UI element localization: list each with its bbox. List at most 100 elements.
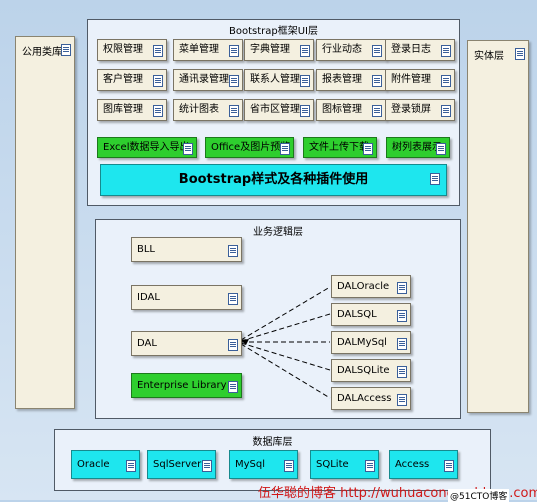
database-0[interactable]: Oracle — [71, 450, 140, 479]
ui-feature-1[interactable]: Office及图片预览 — [205, 137, 294, 158]
ui-module-row2-3-label: 报表管理 — [322, 74, 362, 85]
enterprise-library-label: Enterprise Library — [137, 380, 227, 391]
document-icon — [300, 105, 310, 117]
bll-2[interactable]: DAL — [131, 331, 242, 356]
ui-module-row3-3[interactable]: 图标管理 — [316, 99, 386, 121]
ui-module-row1-3-label: 行业动态 — [322, 44, 362, 55]
dal-impl-0-label: DALOracle — [337, 281, 390, 292]
document-icon — [397, 366, 407, 378]
database-1[interactable]: SqlServer — [147, 450, 216, 479]
ui-feature-3[interactable]: 树列表展示 — [386, 137, 450, 158]
document-icon — [153, 105, 163, 117]
ui-module-row3-2[interactable]: 省市区管理 — [244, 99, 314, 121]
ui-module-row2-0[interactable]: 客户管理 — [97, 69, 167, 91]
database-3-label: SQLite — [316, 459, 349, 470]
ui-module-row1-1[interactable]: 菜单管理 — [173, 39, 243, 61]
ui-module-row2-0-label: 客户管理 — [103, 74, 143, 85]
database-3[interactable]: SQLite — [310, 450, 379, 479]
entity-layer-panel: 实体层 — [467, 40, 529, 413]
dal-impl-4[interactable]: DALAccess — [331, 387, 411, 410]
ui-feature-1-label: Office及图片预览 — [211, 142, 291, 153]
ui-feature-2-label: 文件上传下载 — [309, 142, 369, 153]
document-icon — [515, 48, 525, 60]
dal-impl-4-label: DALAccess — [337, 393, 392, 404]
document-icon — [228, 293, 238, 305]
ui-module-row2-2[interactable]: 联系人管理 — [244, 69, 314, 91]
bll-1[interactable]: IDAL — [131, 285, 242, 310]
ui-module-row1-0[interactable]: 权限管理 — [97, 39, 167, 61]
entity-layer-label: 实体层 — [474, 51, 504, 62]
document-icon — [372, 45, 382, 57]
business-logic-title: 业务逻辑层 — [253, 227, 303, 238]
database-1-label: SqlServer — [153, 459, 202, 470]
database-2-label: MySql — [235, 459, 266, 470]
common-library-panel: 公用类库 — [15, 36, 75, 409]
bll-0[interactable]: BLL — [131, 237, 242, 262]
dal-impl-1[interactable]: DALSQL — [331, 303, 411, 326]
document-icon — [153, 75, 163, 87]
ui-feature-3-label: 树列表展示 — [392, 142, 442, 153]
document-icon — [397, 394, 407, 406]
bll-1-label: IDAL — [137, 292, 160, 303]
document-icon — [444, 460, 454, 472]
document-icon — [280, 143, 290, 155]
document-icon — [300, 45, 310, 57]
ui-module-row1-3[interactable]: 行业动态 — [316, 39, 386, 61]
dal-impl-0[interactable]: DALOracle — [331, 275, 411, 298]
document-icon — [397, 282, 407, 294]
dal-impl-3[interactable]: DALSQLite — [331, 359, 411, 382]
ui-module-row1-2[interactable]: 字典管理 — [244, 39, 314, 61]
document-icon — [300, 75, 310, 87]
ui-module-row3-4-label: 登录锁屏 — [391, 104, 431, 115]
document-icon — [365, 460, 375, 472]
document-icon — [61, 44, 71, 56]
document-icon — [436, 143, 446, 155]
ui-module-row2-3[interactable]: 报表管理 — [316, 69, 386, 91]
ui-feature-2[interactable]: 文件上传下载 — [303, 137, 377, 158]
ui-module-row1-4-label: 登录日志 — [391, 44, 431, 55]
ui-module-row2-2-label: 联系人管理 — [250, 74, 300, 85]
ui-module-row1-2-label: 字典管理 — [250, 44, 290, 55]
bll-0-label: BLL — [137, 244, 156, 255]
document-icon — [441, 45, 451, 57]
database-layer-title: 数据库层 — [252, 437, 293, 448]
ui-module-row3-3-label: 图标管理 — [322, 104, 362, 115]
ui-module-row2-4-label: 附件管理 — [391, 74, 431, 85]
ui-feature-0[interactable]: Excel数据导入导出 — [97, 137, 197, 158]
enterprise-library[interactable]: Enterprise Library — [131, 373, 242, 398]
ui-layer-title: Bootstrap框架UI层 — [228, 26, 318, 37]
document-icon — [363, 143, 373, 155]
platform-watermark: @51CTO博客 — [448, 489, 510, 502]
bll-2-label: DAL — [137, 338, 157, 349]
document-icon — [372, 75, 382, 87]
document-icon — [228, 339, 238, 351]
ui-module-row1-0-label: 权限管理 — [103, 44, 143, 55]
document-icon — [284, 460, 294, 472]
database-2[interactable]: MySql — [229, 450, 298, 479]
ui-feature-0-label: Excel数据导入导出 — [103, 142, 190, 153]
document-icon — [228, 245, 238, 257]
ui-module-row2-1[interactable]: 通讯录管理 — [173, 69, 243, 91]
ui-module-row3-1[interactable]: 统计图表 — [173, 99, 243, 121]
document-icon — [183, 143, 193, 155]
dal-impl-2[interactable]: DALMySql — [331, 331, 411, 354]
database-0-label: Oracle — [77, 459, 110, 470]
ui-module-row3-1-label: 统计图表 — [179, 104, 219, 115]
ui-module-row3-0[interactable]: 图库管理 — [97, 99, 167, 121]
ui-module-row3-4[interactable]: 登录锁屏 — [385, 99, 455, 121]
ui-module-row2-4[interactable]: 附件管理 — [385, 69, 455, 91]
database-4[interactable]: Access — [389, 450, 458, 479]
ui-module-row1-1-label: 菜单管理 — [179, 44, 219, 55]
ui-module-row1-4[interactable]: 登录日志 — [385, 39, 455, 61]
document-icon — [126, 460, 136, 472]
ui-module-row3-2-label: 省市区管理 — [250, 104, 300, 115]
document-icon — [229, 105, 239, 117]
document-icon — [229, 75, 239, 87]
bootstrap-plugins-banner[interactable]: Bootstrap样式及各种插件使用 — [100, 164, 447, 196]
document-icon — [441, 105, 451, 117]
document-icon — [430, 173, 440, 185]
common-library-label: 公用类库 — [22, 47, 62, 58]
bootstrap-plugins-label: Bootstrap样式及各种插件使用 — [178, 172, 369, 187]
dal-impl-2-label: DALMySql — [337, 337, 387, 348]
dal-impl-1-label: DALSQL — [337, 309, 377, 320]
